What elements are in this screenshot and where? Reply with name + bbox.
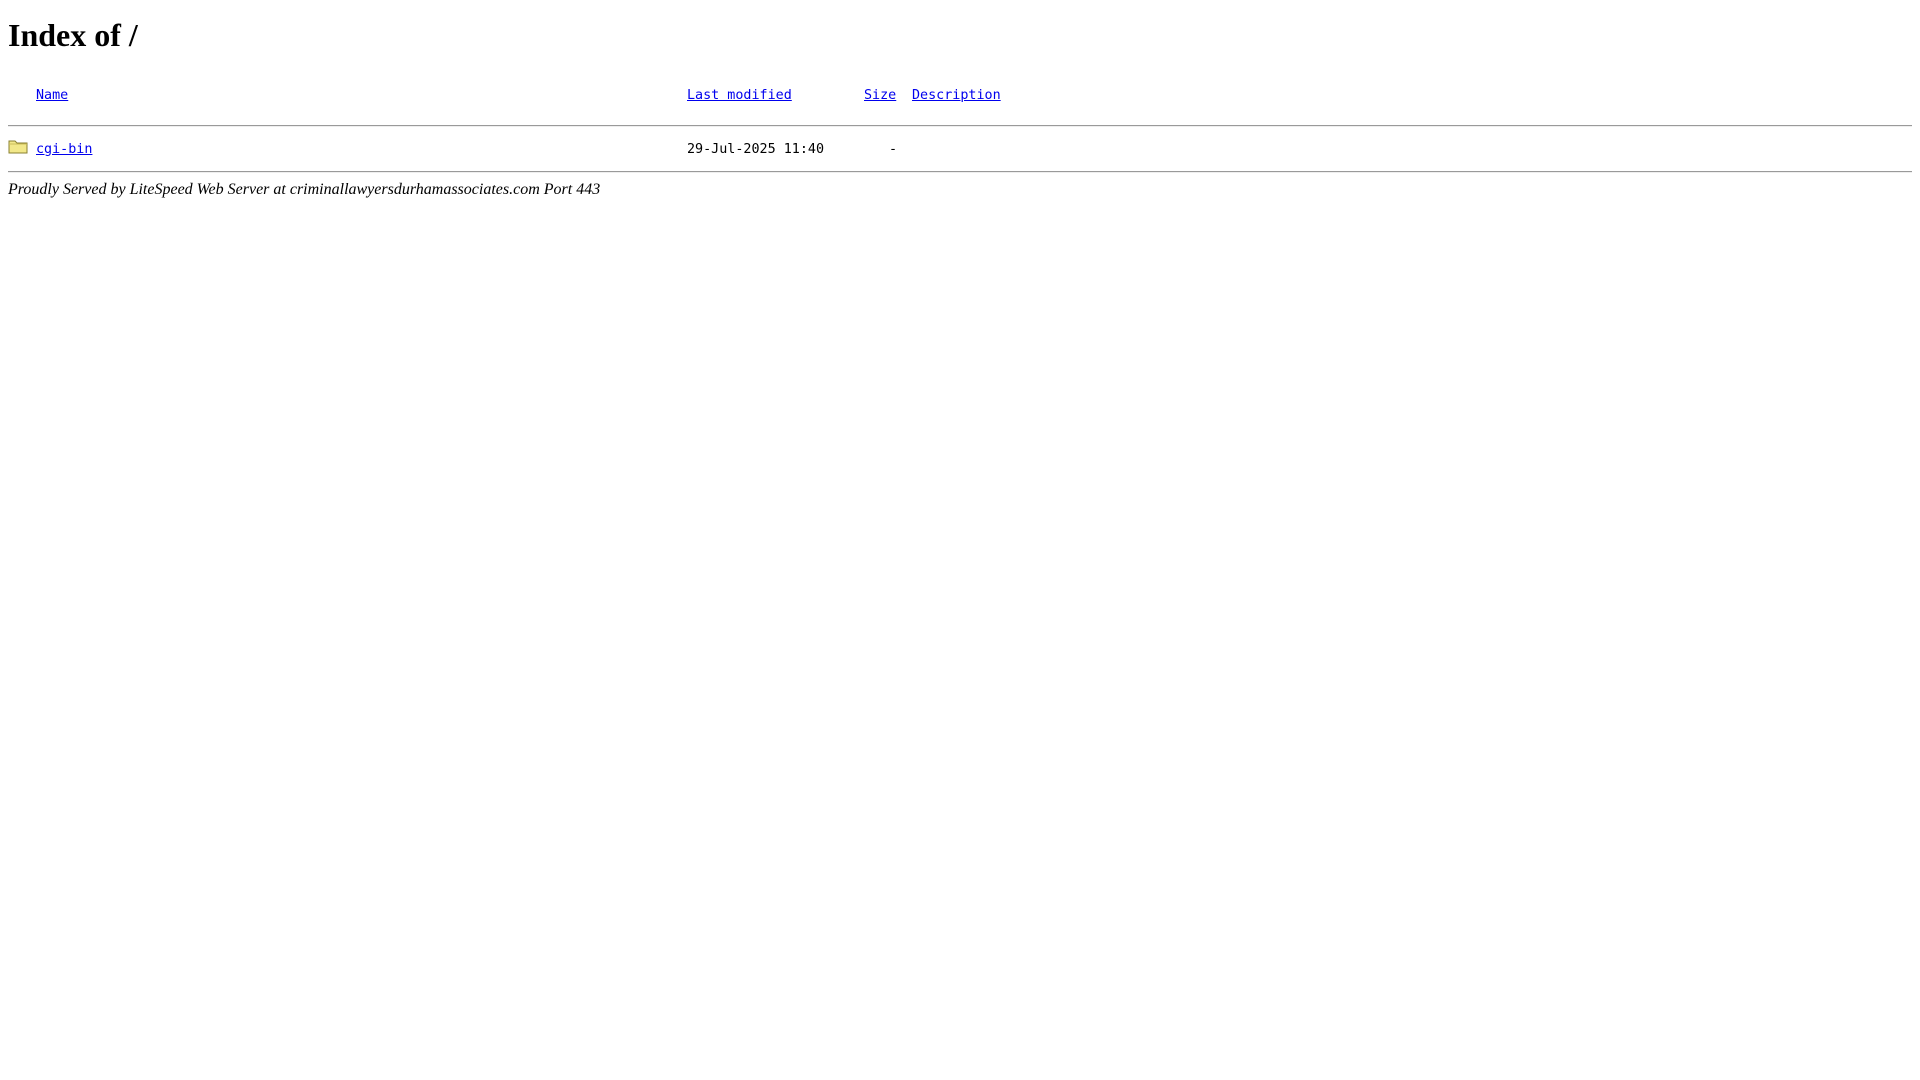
server-signature: Proudly Served by LiteSpeed Web Server a… xyxy=(8,181,601,198)
listing-header-row: Name Last modified Size Description xyxy=(0,87,1920,105)
footer-divider xyxy=(8,171,1912,173)
sort-by-size-link[interactable]: Size xyxy=(864,87,896,105)
page-title: Index of / xyxy=(8,17,138,53)
sort-by-last-modified-link[interactable]: Last modified xyxy=(687,87,792,105)
sort-by-name-link[interactable]: Name xyxy=(36,87,68,105)
header-divider xyxy=(8,125,1912,127)
entry-size: - xyxy=(889,142,898,157)
sort-by-description-link[interactable]: Description xyxy=(912,87,1001,105)
entry-name-link[interactable]: cgi-bin xyxy=(36,141,92,159)
table-row: cgi-bin 29-Jul-2025 11:40 - xyxy=(0,141,1920,159)
entry-last-modified: 29-Jul-2025 11:40 xyxy=(687,142,825,157)
